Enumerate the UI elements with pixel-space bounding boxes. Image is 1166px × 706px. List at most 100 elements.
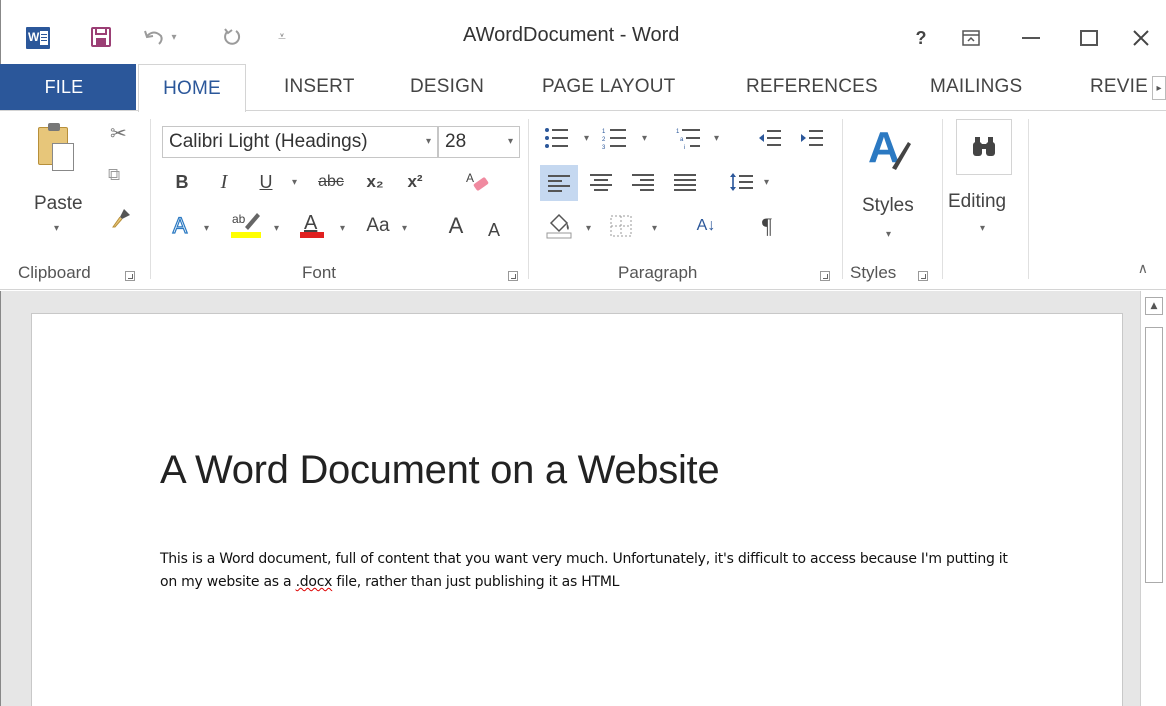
bold-button[interactable]: B	[168, 167, 196, 197]
font-color-button[interactable]: A	[294, 209, 330, 239]
tab-design[interactable]: DESIGN	[410, 64, 484, 110]
styles-label: Styles	[862, 195, 914, 216]
shading-dropdown-icon[interactable]: ▾	[586, 223, 591, 234]
font-size-combo[interactable]: 28 ▾	[438, 126, 520, 158]
highlight-dropdown-icon[interactable]: ▾	[274, 223, 279, 234]
redo-icon[interactable]	[219, 22, 245, 52]
line-spacing-icon[interactable]	[726, 167, 756, 197]
highlight-color-button[interactable]: ab	[226, 209, 266, 239]
align-left-button[interactable]	[540, 165, 578, 201]
collapse-ribbon-icon[interactable]: ∧	[1138, 261, 1148, 277]
save-icon[interactable]	[87, 22, 115, 52]
shrink-font-button[interactable]: A	[480, 215, 508, 245]
format-painter-icon[interactable]	[110, 207, 132, 234]
styles-group-label: Styles	[850, 263, 897, 282]
show-hide-marks-button[interactable]: ¶	[752, 211, 782, 241]
bullets-icon[interactable]	[540, 123, 574, 153]
paste-label: Paste	[34, 193, 83, 214]
multilevel-list-icon[interactable]: 1ai	[672, 123, 706, 153]
svg-text:2: 2	[602, 137, 606, 143]
tabs-scroll-right-button[interactable]: ▸	[1152, 76, 1166, 100]
help-button[interactable]: ?	[901, 20, 941, 56]
multilevel-dropdown-icon[interactable]: ▾	[714, 133, 719, 144]
copy-icon[interactable]: ⧉	[108, 165, 120, 185]
undo-icon[interactable]	[141, 22, 167, 52]
align-right-button[interactable]	[626, 167, 660, 197]
ribbon: Paste ▾ ✂ ⧉ Clipboard Calibri Light (Hea…	[0, 110, 1166, 290]
borders-icon[interactable]	[604, 211, 638, 241]
numbering-icon[interactable]: 1 2 3	[598, 123, 632, 153]
font-name-value: Calibri Light (Headings)	[169, 131, 368, 152]
justify-button[interactable]	[668, 167, 702, 197]
document-title: AWordDocument - Word	[463, 24, 680, 46]
ribbon-display-options-icon[interactable]	[951, 20, 991, 56]
customize-qat-icon[interactable]: ⩡	[273, 22, 291, 52]
font-dialog-launcher-icon[interactable]	[508, 271, 518, 281]
subscript-button[interactable]: x₂	[360, 167, 390, 197]
tab-mailings[interactable]: MAILINGS	[930, 64, 1022, 110]
font-size-dropdown-icon[interactable]: ▾	[508, 136, 513, 147]
svg-text:ab: ab	[232, 212, 246, 226]
editing-label: Editing	[948, 191, 1007, 212]
font-name-dropdown-icon[interactable]: ▾	[426, 136, 431, 147]
grow-font-button[interactable]: A	[442, 211, 470, 241]
close-button[interactable]	[1121, 20, 1161, 56]
increase-indent-icon[interactable]	[796, 123, 826, 153]
ribbon-tabs: FILE HOME INSERT DESIGN PAGE LAYOUT REFE…	[0, 64, 1166, 112]
scroll-up-arrow-icon[interactable]: ▲	[1145, 297, 1163, 315]
vertical-scrollbar[interactable]: ▲	[1140, 291, 1166, 706]
change-case-button[interactable]: Aa	[360, 211, 396, 241]
superscript-button[interactable]: x²	[400, 167, 430, 197]
paragraph-group-label: Paragraph	[618, 263, 698, 282]
paragraph-dialog-launcher-icon[interactable]	[820, 271, 830, 281]
svg-text:1: 1	[602, 129, 606, 135]
borders-dropdown-icon[interactable]: ▾	[652, 223, 657, 234]
svg-text:A: A	[466, 171, 474, 185]
scroll-thumb[interactable]	[1145, 327, 1163, 583]
italic-button[interactable]: I	[210, 167, 238, 197]
styles-dropdown-icon[interactable]: ▾	[886, 229, 891, 240]
tab-file[interactable]: FILE	[0, 64, 136, 110]
clear-formatting-icon[interactable]: A	[460, 167, 494, 197]
bullets-dropdown-icon[interactable]: ▾	[584, 133, 589, 144]
font-color-dropdown-icon[interactable]: ▾	[340, 223, 345, 234]
document-page[interactable]: A Word Document on a Website This is a W…	[31, 313, 1123, 706]
clipboard-dialog-launcher-icon[interactable]	[125, 271, 135, 281]
tab-references[interactable]: REFERENCES	[746, 64, 878, 110]
text-effects-dropdown-icon[interactable]: ▾	[204, 223, 209, 234]
align-center-button[interactable]	[584, 167, 618, 197]
maximize-button[interactable]	[1069, 20, 1109, 56]
sort-button[interactable]: A↓	[690, 211, 722, 241]
tab-review[interactable]: REVIE	[1090, 64, 1148, 110]
document-area: A Word Document on a Website This is a W…	[0, 291, 1166, 706]
styles-icon: A	[864, 119, 914, 177]
underline-dropdown-icon[interactable]: ▾	[292, 177, 297, 188]
styles-dialog-launcher-icon[interactable]	[918, 271, 928, 281]
svg-text:1: 1	[676, 129, 680, 135]
editing-dropdown-icon[interactable]: ▾	[980, 223, 985, 234]
change-case-dropdown-icon[interactable]: ▾	[402, 223, 407, 234]
tab-home[interactable]: HOME	[138, 64, 246, 112]
numbering-dropdown-icon[interactable]: ▾	[642, 133, 647, 144]
paste-dropdown-icon[interactable]: ▾	[54, 223, 59, 234]
tab-page-layout[interactable]: PAGE LAYOUT	[542, 64, 675, 110]
decrease-indent-icon[interactable]	[754, 123, 784, 153]
font-group-label: Font	[302, 263, 337, 282]
cut-icon[interactable]: ✂	[110, 121, 127, 145]
undo-dropdown-icon[interactable]: ▾	[167, 22, 181, 52]
font-name-combo[interactable]: Calibri Light (Headings) ▾	[162, 126, 438, 158]
strikethrough-button[interactable]: abc	[312, 167, 350, 197]
underline-button[interactable]: U	[252, 167, 280, 197]
tab-insert[interactable]: INSERT	[284, 64, 355, 110]
title-bar: W ▾ ⩡ AWordDocument - Word ?	[0, 0, 1166, 64]
font-size-value: 28	[445, 131, 467, 152]
find-binoculars-icon	[956, 119, 1012, 175]
minimize-button[interactable]	[1011, 20, 1051, 56]
clipboard-group-label: Clipboard	[18, 263, 91, 282]
word-app-icon[interactable]: W	[26, 27, 50, 49]
shading-icon[interactable]	[542, 211, 576, 241]
svg-text:3: 3	[602, 145, 606, 149]
text-effects-icon[interactable]: A	[166, 211, 194, 241]
svg-text:i: i	[684, 145, 685, 149]
line-spacing-dropdown-icon[interactable]: ▾	[764, 177, 769, 188]
